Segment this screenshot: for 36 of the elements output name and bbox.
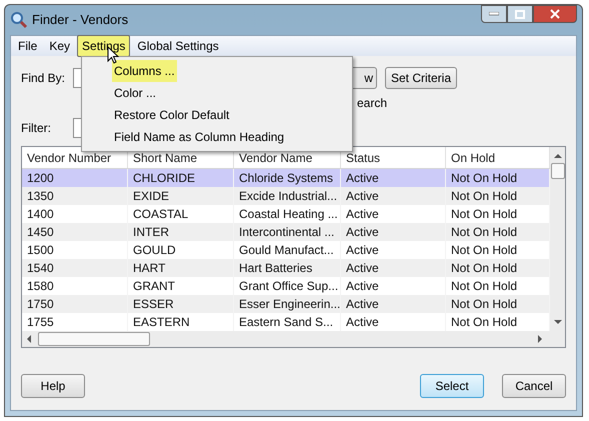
table-row[interactable]: 1200 CHLORIDE Chloride Systems Active Not On Hold [22,169,550,187]
menu-item[interactable]: Settings [77,35,130,57]
filter-label: Filter: [21,120,52,137]
table-row[interactable]: 1540 HART Hart Batteries Active Not On Hold [22,259,550,277]
set-criteria-button[interactable]: Set Criteria [385,67,457,89]
menu-item[interactable]: Global Settings [132,35,224,57]
dialog-button[interactable]: Help [21,374,85,398]
menu-option[interactable]: Restore Color Default [112,104,232,126]
table-row[interactable]: 1350 EXIDE Excide Industrial... Active Not On Hold [22,187,550,205]
maximize-button[interactable] [507,5,533,23]
close-icon [550,9,560,19]
menu-option[interactable]: Color ... [112,82,158,104]
menu-item[interactable]: File [13,35,42,57]
up-arrow-icon [554,153,562,159]
horizontal-scrollbar[interactable] [22,331,565,347]
select-button[interactable]: Select [420,374,484,398]
close-button[interactable] [533,5,577,23]
table-row[interactable]: 1750 ESSER Esser Engineerin... Active Not On Hold [22,295,550,313]
down-arrow-icon [554,319,562,325]
window-title: Finder - Vendors [32,11,128,30]
right-arrow-icon [537,335,543,343]
scroll-thumb[interactable] [38,332,150,346]
find-by-label: Find By: [21,70,66,87]
menu-option[interactable]: Columns ... [112,60,177,82]
magnifier-icon [10,11,28,29]
dialog-button[interactable]: Cancel [502,374,566,398]
maximize-icon [515,10,525,18]
menu-item[interactable]: Key [44,35,76,57]
minimize-button[interactable] [481,5,507,23]
scroll-thumb[interactable] [550,163,564,179]
search-option-label: earch [357,95,388,112]
table-row[interactable]: 1450 INTER Intercontinental ... Active Not On Hold [22,223,550,241]
menu-option[interactable]: Field Name as Column Heading [112,126,286,148]
vertical-scrollbar[interactable] [550,147,565,331]
left-arrow-icon [26,335,32,343]
minimize-icon [489,12,499,16]
